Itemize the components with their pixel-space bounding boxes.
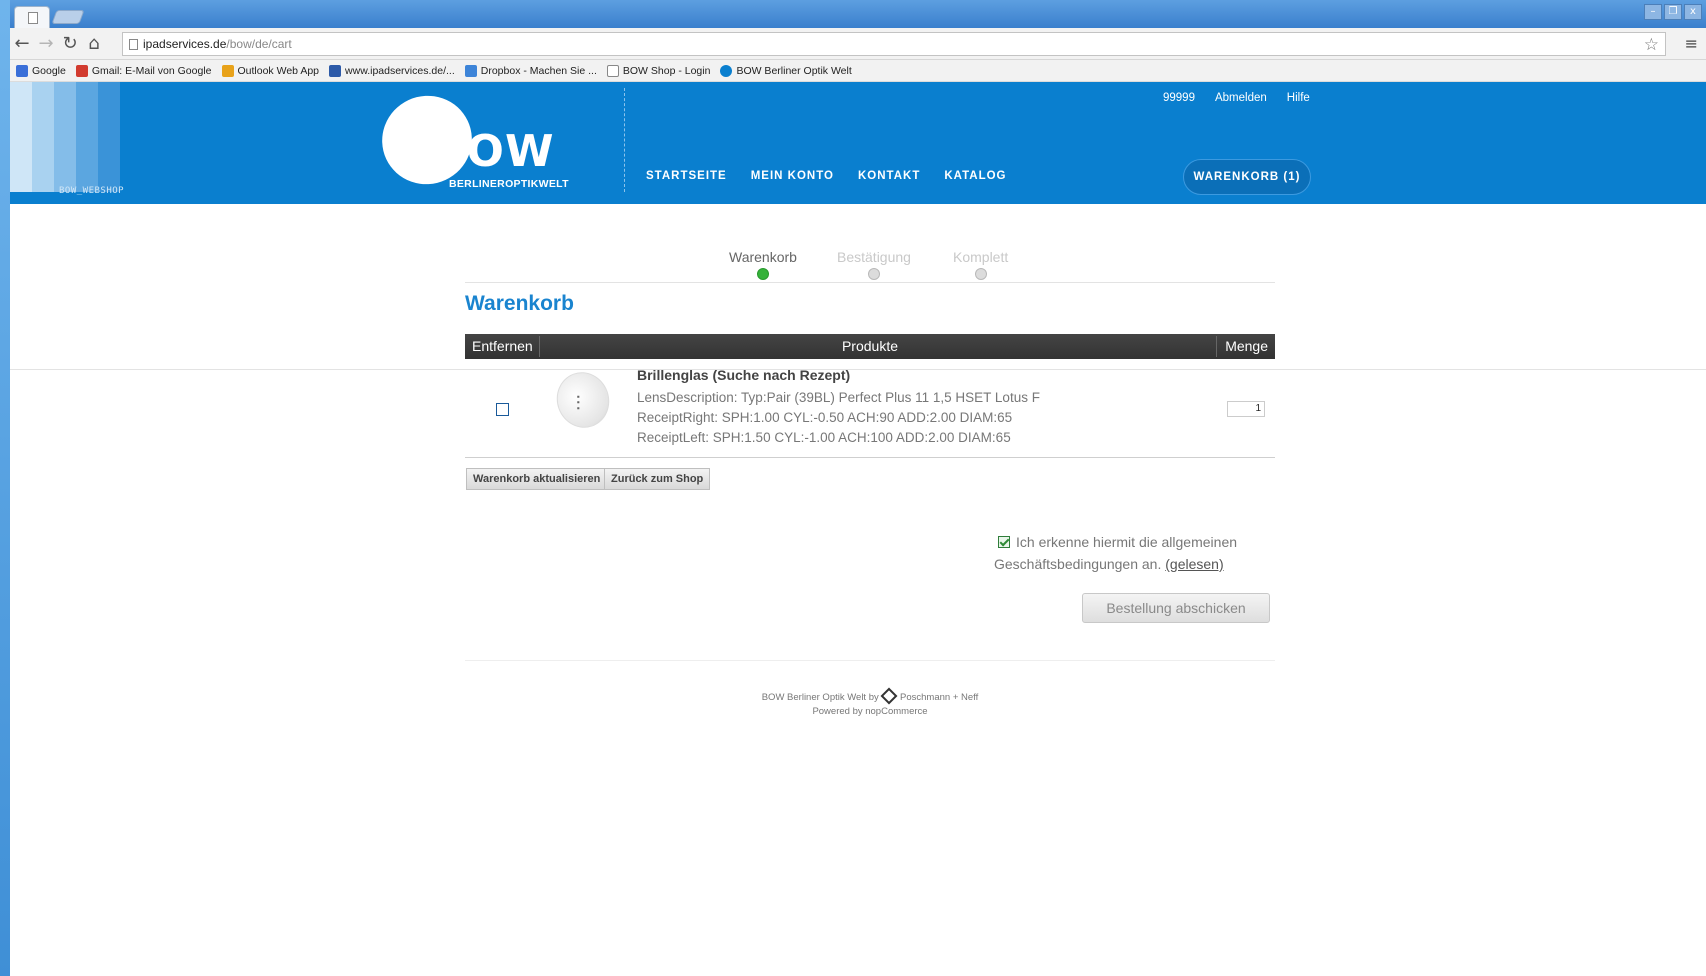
table-row: ⫶ Brillenglas (Suche nach Rezept) LensDe… — [465, 360, 1275, 458]
outlook-icon — [221, 64, 234, 77]
step-dot-pending — [867, 268, 880, 280]
page-icon — [606, 64, 619, 77]
footer: BOW Berliner Optik Welt by Poschmann + N… — [465, 687, 1275, 719]
checkout-steps: Warenkorb Bestätigung Komplett — [465, 249, 1275, 283]
main-nav: STARTSEITE MEIN KONTO KONTAKT KATALOG — [646, 170, 1007, 182]
reload-icon[interactable]: ↻ — [58, 32, 82, 56]
bookmark-dropbox[interactable]: Dropbox - Machen Sie ... — [464, 64, 597, 77]
bow-logo[interactable]: BOW BERLINEROPTIKWELT — [367, 81, 582, 199]
footer-line-1: BOW Berliner Optik Welt by Poschmann + N… — [465, 687, 1275, 705]
window-controls: – ❐ x — [1644, 4, 1702, 20]
site-header: BOW_WEBSHOP BOW BERLINEROPTIKWELT 99999 … — [10, 81, 1706, 204]
bookmark-bow-shop-login[interactable]: BOW Shop - Login — [606, 64, 710, 77]
poschmann-neff-logo-icon — [880, 687, 898, 705]
bookmark-google[interactable]: Google — [16, 64, 66, 77]
product-image[interactable]: ⫶ — [548, 364, 618, 436]
header-divider — [624, 88, 625, 192]
page-icon — [28, 12, 38, 24]
product-name[interactable]: Brillenglas (Suche nach Rezept) — [637, 367, 850, 383]
logo-text: BOW — [432, 126, 555, 177]
header-quantity: Menge — [1225, 338, 1268, 354]
browser-tab[interactable] — [14, 6, 50, 28]
step-komplett: Komplett — [953, 249, 1008, 280]
checkout-button[interactable]: Bestellung abschicken — [1082, 593, 1270, 623]
help-link[interactable]: Hilfe — [1287, 92, 1310, 104]
page-title: Warenkorb — [465, 292, 574, 315]
browser-window: – ❐ x ← → ↻ ⌂ ipadservices.de/bow/de/car… — [10, 0, 1706, 976]
quantity-input[interactable]: 1 — [1227, 401, 1265, 417]
nav-kontakt[interactable]: KONTAKT — [858, 170, 920, 182]
home-icon[interactable]: ⌂ — [82, 32, 106, 56]
google-icon — [16, 64, 28, 77]
header-stripes — [10, 82, 120, 192]
step-warenkorb: Warenkorb — [729, 249, 797, 280]
bookmark-outlook[interactable]: Outlook Web App — [221, 64, 319, 77]
remove-checkbox[interactable] — [496, 403, 509, 416]
top-links: 99999 Abmelden Hilfe — [1163, 92, 1310, 104]
page-icon — [129, 38, 138, 50]
bow-icon — [720, 64, 733, 77]
url-host: ipadservices.de — [143, 37, 227, 51]
footer-powered-by[interactable]: Powered by nopCommerce — [465, 705, 1275, 719]
browser-toolbar: ← → ↻ ⌂ ipadservices.de/bow/de/cart ☆ ≡ — [10, 28, 1706, 60]
bookmark-bow-berliner[interactable]: BOW Berliner Optik Welt — [720, 64, 852, 77]
nav-mein-konto[interactable]: MEIN KONTO — [751, 170, 834, 182]
step-dot-active — [756, 268, 769, 280]
menu-icon[interactable]: ≡ — [1685, 34, 1698, 53]
gmail-icon — [75, 64, 88, 77]
bookmarks-bar: Google Gmail: E-Mail von Google Outlook … — [10, 60, 1706, 82]
forward-arrow-icon[interactable]: → — [34, 32, 58, 56]
nav-startseite[interactable]: STARTSEITE — [646, 170, 727, 182]
sliders-icon: ⫶ — [575, 390, 581, 415]
new-tab-button[interactable] — [51, 10, 85, 24]
bookmark-gmail[interactable]: Gmail: E-Mail von Google — [75, 64, 212, 77]
product-attribute: ReceiptLeft: SPH:1.50 CYL:-1.00 ACH:100 … — [637, 430, 1011, 445]
step-bestaetigung: Bestätigung — [837, 249, 911, 280]
restore-button[interactable]: ❐ — [1664, 4, 1682, 20]
footer-divider — [465, 660, 1275, 661]
webshop-label: BOW_WEBSHOP — [59, 186, 125, 196]
step-dot-pending — [974, 268, 987, 280]
close-button[interactable]: x — [1684, 4, 1702, 20]
cart-button[interactable]: WARENKORB (1) — [1183, 159, 1311, 195]
header-products: Produkte — [841, 338, 899, 354]
title-bar: – ❐ x — [10, 0, 1706, 28]
terms-acceptance: Ich erkenne hiermit die allgemeinen Gesc… — [994, 531, 1254, 575]
customer-number[interactable]: 99999 — [1163, 92, 1195, 104]
continue-shopping-button[interactable]: Zurück zum Shop — [604, 468, 711, 490]
update-cart-button[interactable]: Warenkorb aktualisieren — [466, 468, 608, 490]
terms-link[interactable]: (gelesen) — [1165, 556, 1223, 572]
minimize-button[interactable]: – — [1644, 4, 1662, 20]
dropbox-icon — [464, 64, 477, 77]
product-attribute: LensDescription: Typ:Pair (39BL) Perfect… — [637, 390, 1040, 405]
product-attribute: ReceiptRight: SPH:1.00 CYL:-0.50 ACH:90 … — [637, 410, 1013, 425]
logo-subtitle: BERLINEROPTIKWELT — [449, 178, 569, 190]
header-separator — [1216, 336, 1217, 357]
nav-katalog[interactable]: KATALOG — [944, 170, 1006, 182]
bookmark-ipadservices[interactable]: www.ipadservices.de/... — [329, 64, 455, 77]
back-arrow-icon[interactable]: ← — [10, 32, 34, 56]
desktop-edge — [0, 0, 10, 976]
address-bar[interactable]: ipadservices.de/bow/de/cart ☆ — [122, 32, 1666, 56]
cart-table-header: Entfernen Produkte Menge — [465, 334, 1275, 359]
url-path: /bow/de/cart — [226, 37, 292, 51]
bookmark-star-icon[interactable]: ☆ — [1644, 35, 1659, 55]
logout-link[interactable]: Abmelden — [1215, 92, 1267, 104]
terms-checkbox[interactable] — [998, 536, 1010, 548]
site-icon — [329, 64, 342, 77]
